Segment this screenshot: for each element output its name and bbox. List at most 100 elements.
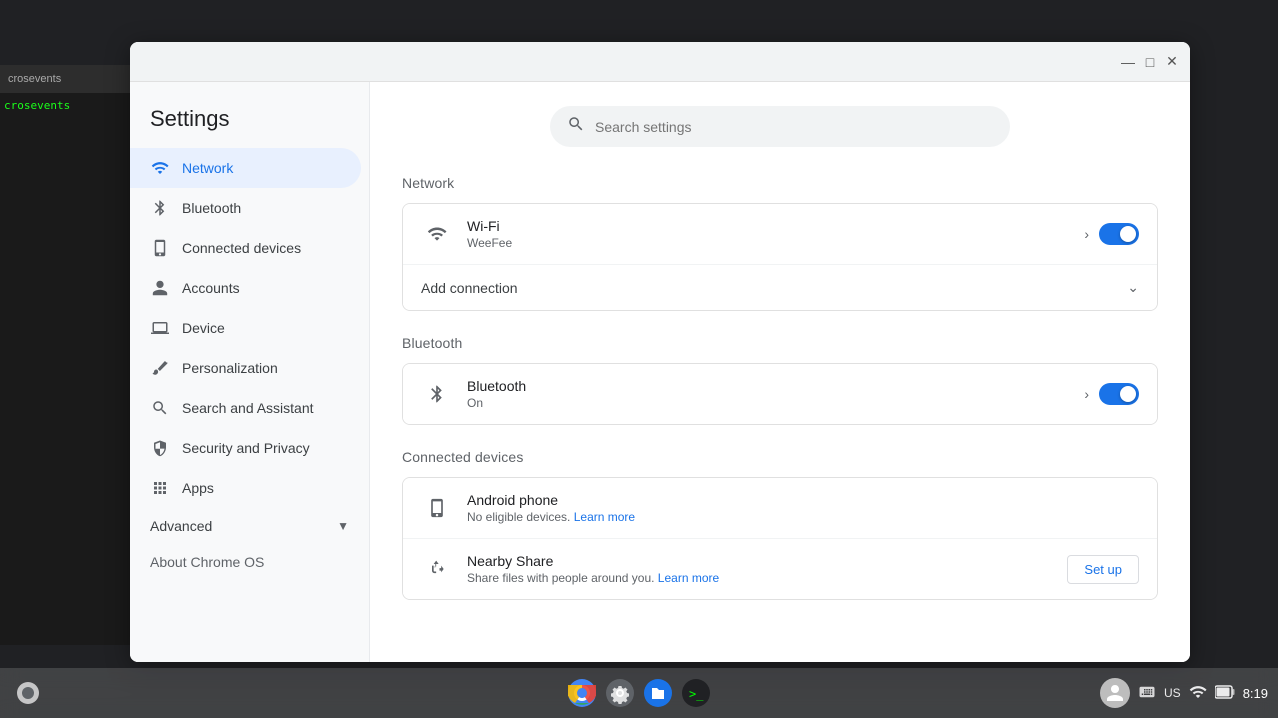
terminal-window: crosevents crosevents (0, 65, 135, 645)
add-connection-row[interactable]: Add connection ⌄ (403, 265, 1157, 310)
minimize-button[interactable]: — (1120, 54, 1136, 70)
nearby-share-learn-more-link[interactable]: Learn more (658, 571, 719, 585)
connected-devices-card: Android phone No eligible devices. Learn… (402, 477, 1158, 600)
sidebar-item-personalization-label: Personalization (182, 360, 278, 376)
bluetooth-row[interactable]: Bluetooth On › (403, 364, 1157, 424)
laptop-icon (150, 318, 170, 338)
bluetooth-status: On (467, 396, 1084, 410)
sidebar-item-bluetooth[interactable]: Bluetooth (130, 188, 361, 228)
sidebar-item-search-assistant[interactable]: Search and Assistant (130, 388, 361, 428)
wifi-network-name: WeeFee (467, 236, 1084, 250)
wifi-row-action: › (1084, 223, 1139, 245)
settings-app-icon[interactable] (602, 675, 638, 711)
android-phone-subtitle: No eligible devices. Learn more (467, 510, 1139, 524)
taskbar: >_ US (0, 668, 1278, 718)
bluetooth-card: Bluetooth On › (402, 363, 1158, 425)
nearby-share-icon (421, 553, 453, 585)
add-connection-chevron-icon: ⌄ (1127, 279, 1139, 296)
bluetooth-toggle[interactable] (1099, 383, 1139, 405)
bluetooth-row-action: › (1084, 383, 1139, 405)
bluetooth-chevron-right-icon: › (1084, 386, 1089, 402)
main-content: Network Wi-Fi WeeFee › (370, 82, 1190, 662)
sidebar-item-accounts-label: Accounts (182, 280, 240, 296)
sidebar-item-security-privacy-label: Security and Privacy (182, 440, 310, 456)
terminal-app-icon[interactable]: >_ (678, 675, 714, 711)
android-phone-name: Android phone (467, 492, 1139, 508)
user-avatar[interactable] (1100, 678, 1130, 708)
terminal-title: crosevents (0, 65, 135, 93)
keyboard-icon[interactable] (1138, 683, 1156, 704)
wifi-toggle[interactable] (1099, 223, 1139, 245)
wifi-toggle-knob (1120, 226, 1136, 242)
sidebar-item-personalization[interactable]: Personalization (130, 348, 361, 388)
bluetooth-name: Bluetooth (467, 378, 1084, 394)
sidebar-item-accounts[interactable]: Accounts (130, 268, 361, 308)
taskbar-time: 8:19 (1243, 686, 1268, 701)
sidebar: Settings Network Bluetooth (130, 82, 370, 662)
wifi-row[interactable]: Wi-Fi WeeFee › (403, 204, 1157, 265)
sidebar-item-bluetooth-label: Bluetooth (182, 200, 241, 216)
nearby-share-action: Set up (1067, 555, 1139, 584)
sidebar-item-apps[interactable]: Apps (130, 468, 361, 508)
network-card: Wi-Fi WeeFee › Add connection ⌄ (402, 203, 1158, 311)
battery-icon (1215, 685, 1235, 702)
wifi-name: Wi-Fi (467, 218, 1084, 234)
bluetooth-toggle-knob (1120, 386, 1136, 402)
taskbar-right: US 8:19 (1100, 678, 1268, 708)
sidebar-item-device[interactable]: Device (130, 308, 361, 348)
android-phone-icon (421, 492, 453, 524)
launcher-circle (17, 682, 39, 704)
sidebar-item-security-privacy[interactable]: Security and Privacy (130, 428, 361, 468)
wifi-row-icon (421, 218, 453, 250)
maximize-button[interactable]: □ (1142, 54, 1158, 70)
terminal-content: crosevents (0, 93, 135, 118)
add-connection-label: Add connection (421, 280, 1127, 296)
bluetooth-section-title: Bluetooth (402, 335, 1158, 351)
sidebar-item-connected-devices-label: Connected devices (182, 240, 301, 256)
search-bar (550, 106, 1010, 147)
sidebar-advanced[interactable]: Advanced ▼ (130, 508, 369, 544)
bluetooth-icon (150, 198, 170, 218)
nearby-share-name: Nearby Share (467, 553, 1067, 569)
sidebar-item-network[interactable]: Network (130, 148, 361, 188)
wifi-row-text: Wi-Fi WeeFee (467, 218, 1084, 250)
android-phone-text: Android phone No eligible devices. Learn… (467, 492, 1139, 524)
wifi-icon (150, 158, 170, 178)
sidebar-item-apps-label: Apps (182, 480, 214, 496)
phone-icon (150, 238, 170, 258)
bluetooth-row-text: Bluetooth On (467, 378, 1084, 410)
settings-title: Settings (130, 98, 369, 148)
nearby-share-row: Nearby Share Share files with people aro… (403, 539, 1157, 599)
brush-icon (150, 358, 170, 378)
settings-body: Settings Network Bluetooth (130, 82, 1190, 662)
launcher-button[interactable] (10, 675, 46, 711)
close-button[interactable]: ✕ (1164, 54, 1180, 70)
wifi-chevron-right-icon: › (1084, 226, 1089, 242)
nearby-share-setup-button[interactable]: Set up (1067, 555, 1139, 584)
network-label: US (1164, 686, 1181, 700)
android-phone-learn-more-link[interactable]: Learn more (574, 510, 635, 524)
search-bar-wrap (402, 106, 1158, 147)
search-bar-icon (567, 115, 585, 138)
advanced-chevron-icon: ▼ (337, 519, 349, 533)
taskbar-wifi-icon (1189, 683, 1207, 704)
nearby-share-subtitle: Share files with people around you. Lear… (467, 571, 1067, 585)
sidebar-item-connected-devices[interactable]: Connected devices (130, 228, 361, 268)
files-app-icon[interactable] (640, 675, 676, 711)
sidebar-about[interactable]: About Chrome OS (130, 544, 369, 580)
shield-icon (150, 438, 170, 458)
nearby-share-text: Nearby Share Share files with people aro… (467, 553, 1067, 585)
advanced-label: Advanced (150, 518, 212, 534)
grid-icon (150, 478, 170, 498)
sidebar-item-search-assistant-label: Search and Assistant (182, 400, 314, 416)
taskbar-left (10, 675, 46, 711)
person-icon (150, 278, 170, 298)
taskbar-apps: >_ (564, 675, 714, 711)
sidebar-item-network-label: Network (182, 160, 233, 176)
chrome-app-icon[interactable] (564, 675, 600, 711)
sidebar-item-device-label: Device (182, 320, 225, 336)
android-phone-row: Android phone No eligible devices. Learn… (403, 478, 1157, 539)
settings-window: — □ ✕ Settings Network (130, 42, 1190, 662)
connected-devices-section-title: Connected devices (402, 449, 1158, 465)
search-input[interactable] (595, 119, 993, 135)
